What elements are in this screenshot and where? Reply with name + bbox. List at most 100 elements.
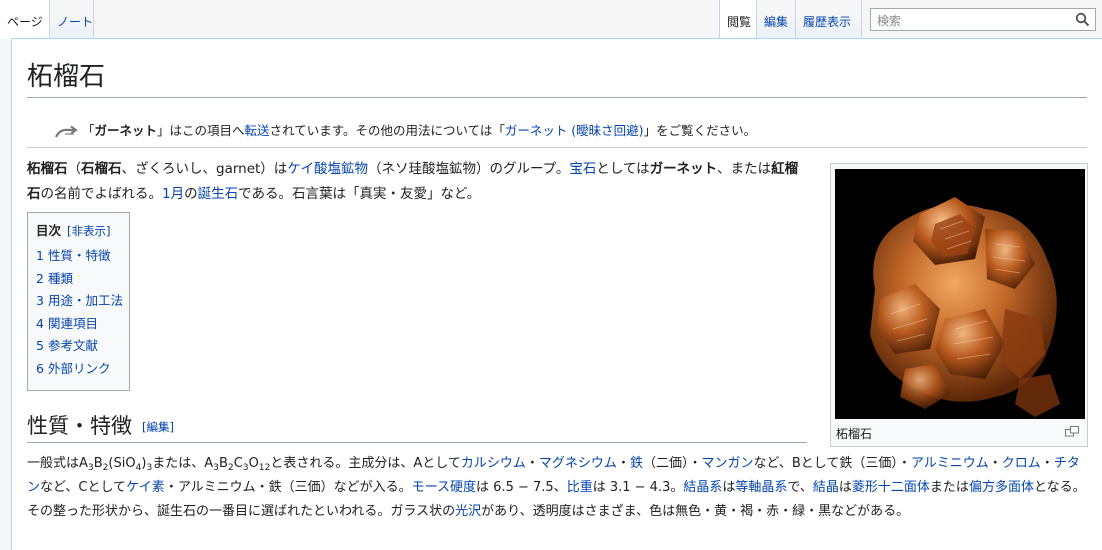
- intro-text: 、ざくろいし、garnet）は: [121, 161, 288, 177]
- hatnote-text: 」をご覧ください。: [643, 123, 757, 138]
- hatnote-divider: [27, 147, 1087, 148]
- intro-text: である。石言葉は「真実・友愛」など。: [238, 186, 481, 202]
- content-area: 柘榴石 「ガーネット」はこの項目へ転送されています。その他の用法については「ガー…: [11, 38, 1102, 550]
- para-text: で、: [787, 480, 813, 495]
- toc-item[interactable]: 3 用途・加工法: [36, 290, 123, 313]
- magnify-icon[interactable]: [1065, 426, 1079, 437]
- link-silicate-mineral[interactable]: ケイ酸塩鉱物: [287, 161, 368, 177]
- disambiguation-link[interactable]: ガーネット (曖昧さ回避): [505, 123, 644, 138]
- intro-text: 、または: [717, 161, 772, 177]
- section-paragraph: 一般式はA3B2(SiO4)3または、A3B2C3O12と表される。主成分は、A…: [27, 452, 1089, 524]
- intro-bold: 石榴石: [81, 161, 122, 177]
- hatnote: 「ガーネット」はこの項目へ転送されています。その他の用法については「ガーネット …: [54, 121, 756, 141]
- link-gemstone[interactable]: 宝石: [569, 161, 596, 177]
- figure-caption: 柘榴石: [836, 427, 873, 441]
- intro-bold: ガーネット: [649, 161, 718, 177]
- para-text: など、Bとして鉄（三価）・: [753, 456, 911, 471]
- intro-paragraph: 柘榴石（石榴石、ざくろいし、garnet）はケイ酸塩鉱物（ネソ珪酸塩鉱物）のグル…: [27, 157, 807, 207]
- toc-number: 4: [36, 315, 44, 331]
- link-calcium[interactable]: カルシウム: [461, 456, 526, 471]
- link-crystal-system[interactable]: 結晶系: [683, 480, 722, 495]
- para-text: ・: [1040, 456, 1054, 471]
- link-manganese[interactable]: マンガン: [701, 456, 753, 471]
- tab-talk[interactable]: ノート: [50, 0, 94, 38]
- tab-edit-label: 編集: [764, 15, 789, 29]
- toc-item[interactable]: 4 関連項目: [36, 313, 121, 336]
- link-iron[interactable]: 鉄: [630, 456, 643, 471]
- tab-history[interactable]: 履歴表示: [796, 0, 862, 38]
- link-aluminium[interactable]: アルミニウム: [911, 456, 989, 471]
- tab-talk-label: ノート: [57, 15, 94, 29]
- toc-item[interactable]: 5 参考文献: [36, 335, 121, 358]
- hatnote-text: 「: [82, 123, 95, 138]
- link-specific-gravity[interactable]: 比重: [567, 480, 593, 495]
- para-text: B: [93, 456, 103, 471]
- para-text: 一般式はA: [27, 456, 88, 471]
- tab-page-label: ページ: [7, 15, 43, 29]
- tab-page[interactable]: ページ: [0, 0, 50, 39]
- tab-history-label: 履歴表示: [803, 15, 852, 29]
- hatnote-text: されています。その他の用法については「: [269, 123, 505, 138]
- link-mohs-hardness[interactable]: モース硬度: [412, 480, 476, 495]
- toc-number: 1: [36, 248, 44, 263]
- table-of-contents: 目次 [非表示] 1 性質・特徴 2 種類 3 用途・加工法 4 関連項目 5 参…: [27, 212, 130, 391]
- para-text: （二価）・: [642, 456, 702, 471]
- section-heading-text: 性質・特徴: [27, 414, 132, 438]
- search-input[interactable]: [875, 10, 1074, 31]
- link-crystal[interactable]: 結晶: [813, 480, 839, 495]
- link-magnesium[interactable]: マグネシウム: [539, 456, 617, 471]
- search-icon[interactable]: [1075, 12, 1090, 27]
- para-text: C: [233, 456, 243, 471]
- tab-edit[interactable]: 編集: [757, 0, 796, 38]
- tab-bar: ページ ノート 閲覧 編集 履歴表示: [0, 0, 1102, 39]
- link-chromium[interactable]: クロム: [1002, 456, 1041, 471]
- toc-item[interactable]: 6 外部リンク: [36, 358, 121, 381]
- toc-label: 外部リンク: [47, 360, 111, 376]
- link-luster[interactable]: 光沢: [455, 504, 481, 519]
- toc-item[interactable]: 1 性質・特徴: [36, 245, 121, 268]
- tab-read[interactable]: 閲覧: [719, 0, 757, 39]
- link-rhombic-dodecahedron[interactable]: 菱形十二面体: [852, 480, 930, 495]
- link-silicon[interactable]: ケイ素: [126, 480, 165, 495]
- tab-read-label: 閲覧: [727, 15, 752, 29]
- hatnote-text: 」はこの項目へ: [157, 123, 245, 138]
- intro-bold: 柘榴石: [27, 161, 68, 177]
- section-heading: 性質・特徴 [編集]: [27, 411, 807, 443]
- para-text: ・アルミニウム・鉄（三価）などが入る。: [164, 480, 412, 495]
- garnet-crystal-image: [835, 169, 1085, 419]
- redirect-icon: [55, 125, 78, 138]
- toc-number: 6: [36, 360, 44, 376]
- toc-item[interactable]: 2 種類: [36, 268, 121, 291]
- redirect-link[interactable]: 転送: [245, 123, 270, 138]
- para-text: ・: [525, 456, 539, 471]
- para-text: または、A: [152, 456, 214, 471]
- toc-list: 1 性質・特徴 2 種類 3 用途・加工法 4 関連項目 5 参考文献 6 外部…: [36, 245, 123, 381]
- para-text: B: [218, 456, 228, 471]
- toc-header: 目次 [非表示]: [36, 220, 121, 239]
- garnet-image[interactable]: [835, 169, 1085, 419]
- para-text: または: [929, 480, 969, 495]
- intro-text: の: [184, 186, 198, 202]
- link-january[interactable]: 1月: [162, 186, 184, 202]
- toc-number: 5: [36, 338, 44, 353]
- link-cubic-system[interactable]: 等軸晶系: [735, 480, 787, 495]
- toc-toggle[interactable]: [非表示]: [67, 224, 110, 238]
- formula-subscript: 12: [258, 463, 271, 473]
- toc-label: 性質・特徴: [47, 248, 111, 263]
- thumbnail-figure: 柘榴石: [830, 163, 1088, 447]
- para-text: (SiO: [108, 456, 136, 471]
- toc-label: 参考文献: [47, 338, 98, 353]
- link-trapezohedron[interactable]: 偏方多面体: [969, 480, 1034, 495]
- toc-label: 関連項目: [47, 315, 98, 331]
- para-text: は: [838, 480, 852, 495]
- para-text: は: [722, 480, 736, 495]
- toc-title: 目次: [36, 223, 62, 238]
- search-box: [870, 8, 1096, 31]
- toc-number: 2: [36, 270, 44, 286]
- intro-text: （ネソ珪酸塩鉱物）のグループ。: [368, 161, 570, 177]
- toc-number: 3: [36, 293, 44, 308]
- link-birthstone[interactable]: 誕生石: [198, 186, 239, 202]
- section-edit-link[interactable]: [編集]: [142, 420, 174, 434]
- intro-text: としては: [596, 161, 650, 177]
- para-text: は 3.1 − 4.3。: [592, 480, 684, 495]
